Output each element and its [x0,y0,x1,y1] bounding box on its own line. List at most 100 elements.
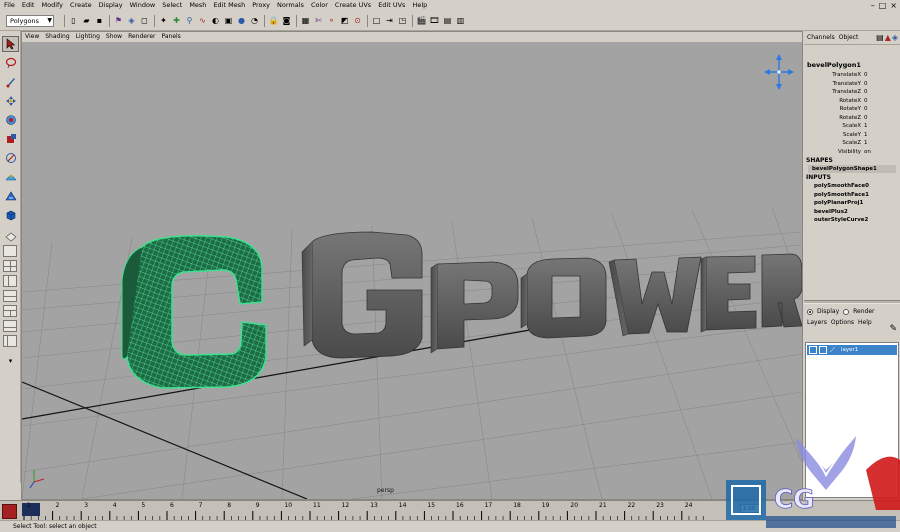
cb-menu-object[interactable]: Object [839,34,859,41]
layer-color-icon[interactable]: ⟋ [830,345,835,355]
menu-edit-mesh[interactable]: Edit Mesh [213,0,245,11]
attr-row[interactable]: ScaleZ 1 [804,139,900,147]
snap-to-view-plane-icon[interactable]: ◩ [339,15,350,27]
input-history-icon[interactable]: □ [371,15,382,27]
select-dynamics-icon[interactable]: ● [236,15,247,27]
input-node[interactable]: bevelPlus2 [814,208,848,216]
lock-selection-icon[interactable]: 🔒 [268,15,279,27]
menu-file[interactable]: File [4,0,15,11]
attr-row[interactable]: TranslateX 0 [804,71,900,79]
single-perspective-layout-icon[interactable] [3,245,17,257]
display-radio[interactable] [807,308,813,315]
cb-menu-channels[interactable]: Channels [807,34,835,41]
save-scene-icon[interactable]: ▪ [94,15,105,27]
select-tool-icon[interactable] [2,36,19,52]
four-view-layout-icon[interactable] [3,260,17,272]
viewport-canvas[interactable] [22,42,802,499]
attr-row[interactable]: RotateZ 0 [804,114,900,122]
soft-modification-tool-icon[interactable] [2,169,19,185]
render-settings-icon[interactable]: ▥ [455,15,466,27]
menu-set-dropdown[interactable]: Polygons ▼ [6,14,54,27]
menu-mesh[interactable]: Mesh [189,0,206,11]
menu-color[interactable]: Color [311,0,328,11]
time-slider[interactable]: 1 2 3 4 5 6 7 8 9 10 11 12 13 14 15 16 17 18 19 20 21 22 23 24 … [0,500,900,521]
menu-window[interactable]: Window [130,0,156,11]
panel-splitter[interactable] [804,300,900,304]
attr-row[interactable]: ScaleY 1 [804,131,900,139]
layer-row[interactable]: ⟋ layer1 [807,345,897,355]
persp-outliner-layout-icon[interactable] [3,275,17,287]
render-current-frame-icon[interactable]: 🎞 [429,15,440,27]
hypershade-layout-icon[interactable] [3,305,17,317]
input-node[interactable]: polySmoothFace0 [814,182,869,190]
le-menu-options[interactable]: Options [831,319,854,326]
highlight-selection-icon[interactable]: ◙ [281,15,292,27]
select-by-component-icon[interactable]: ◻ [139,15,150,27]
select-rendering-icon[interactable]: ◔ [249,15,260,27]
visibility-toggle[interactable] [809,346,817,354]
attr-row[interactable]: ScaleX 1 [804,122,900,130]
select-surfaces-icon[interactable]: ◐ [210,15,221,27]
display-type-toggle[interactable] [819,346,827,354]
le-menu-layers[interactable]: Layers [807,319,827,326]
select-by-hierarchy-icon[interactable]: ⚑ [113,15,124,27]
menu-create-uvs[interactable]: Create UVs [335,0,371,11]
menu-edit-uvs[interactable]: Edit UVs [378,0,405,11]
vp-menu-renderer[interactable]: Renderer [128,32,155,42]
attribute-editor-toggle-icon[interactable]: ▲ [885,33,891,42]
select-deformations-icon[interactable]: ▣ [223,15,234,27]
menu-create[interactable]: Create [70,0,92,11]
outliner-layout-icon[interactable] [3,335,17,347]
vp-menu-panels[interactable]: Panels [161,32,180,42]
close-icon[interactable]: × [890,1,897,10]
attr-value[interactable]: 0 [862,80,900,88]
attr-value[interactable]: 0 [862,88,900,96]
rotate-tool-icon[interactable] [2,112,19,128]
persp-trax-layout-icon[interactable] [3,320,17,332]
attr-row[interactable]: RotateX 0 [804,97,900,105]
select-curves-icon[interactable]: ∿ [197,15,208,27]
attr-value[interactable]: on [862,148,900,156]
select-by-object-icon[interactable]: ◈ [126,15,137,27]
move-tool-icon[interactable] [2,93,19,109]
vp-menu-lighting[interactable]: Lighting [76,32,100,42]
attr-row[interactable]: TranslateZ 0 [804,88,900,96]
menu-select[interactable]: Select [162,0,182,11]
current-frame-field[interactable]: 1.00 [740,504,762,513]
channel-box-toggle-icon[interactable]: ▤ [876,33,884,42]
anim-prefs-icon[interactable] [2,504,17,519]
select-handles-icon[interactable]: ✚ [171,15,182,27]
scale-tool-icon[interactable] [2,131,19,147]
open-scene-icon[interactable]: ▰ [81,15,92,27]
menu-modify[interactable]: Modify [41,0,63,11]
snap-to-point-icon[interactable]: ⚬ [326,15,337,27]
input-node[interactable]: polySmoothFace1 [814,191,869,199]
poly-cube-icon[interactable] [2,207,19,223]
snap-to-grid-icon[interactable]: ▦ [300,15,311,27]
attr-value[interactable]: 0 [862,114,900,122]
attr-value[interactable]: 0 [862,105,900,113]
attr-row[interactable]: RotateY 0 [804,105,900,113]
le-menu-help[interactable]: Help [858,319,872,326]
minimize-icon[interactable]: – [871,1,875,10]
attr-value[interactable]: 1 [862,139,900,147]
attr-value[interactable]: 1 [862,122,900,130]
attr-value[interactable]: 1 [862,131,900,139]
new-scene-icon[interactable]: ▯ [68,15,79,27]
output-history-icon[interactable]: ⇥ [384,15,395,27]
attr-value[interactable]: 0 [862,97,900,105]
render-radio[interactable] [843,308,850,315]
select-joints-icon[interactable]: ⚲ [184,15,195,27]
snap-to-curve-icon[interactable]: ✄ [313,15,324,27]
shape-node[interactable]: bevelPolygonShape1 [808,165,896,173]
ipr-render-icon[interactable]: ▤ [442,15,453,27]
vp-menu-view[interactable]: View [25,32,39,42]
attr-value[interactable]: 0 [862,71,900,79]
persp-graph-layout-icon[interactable] [3,290,17,302]
attr-row[interactable]: Visibility on [804,148,900,156]
perspective-viewport[interactable]: View Shading Lighting Show Renderer Pane… [21,31,803,500]
construction-history-icon[interactable]: ◳ [397,15,408,27]
input-node[interactable]: polyPlanarProj1 [814,199,863,207]
menu-normals[interactable]: Normals [277,0,304,11]
tool-settings-toggle-icon[interactable]: ◈ [892,33,898,42]
